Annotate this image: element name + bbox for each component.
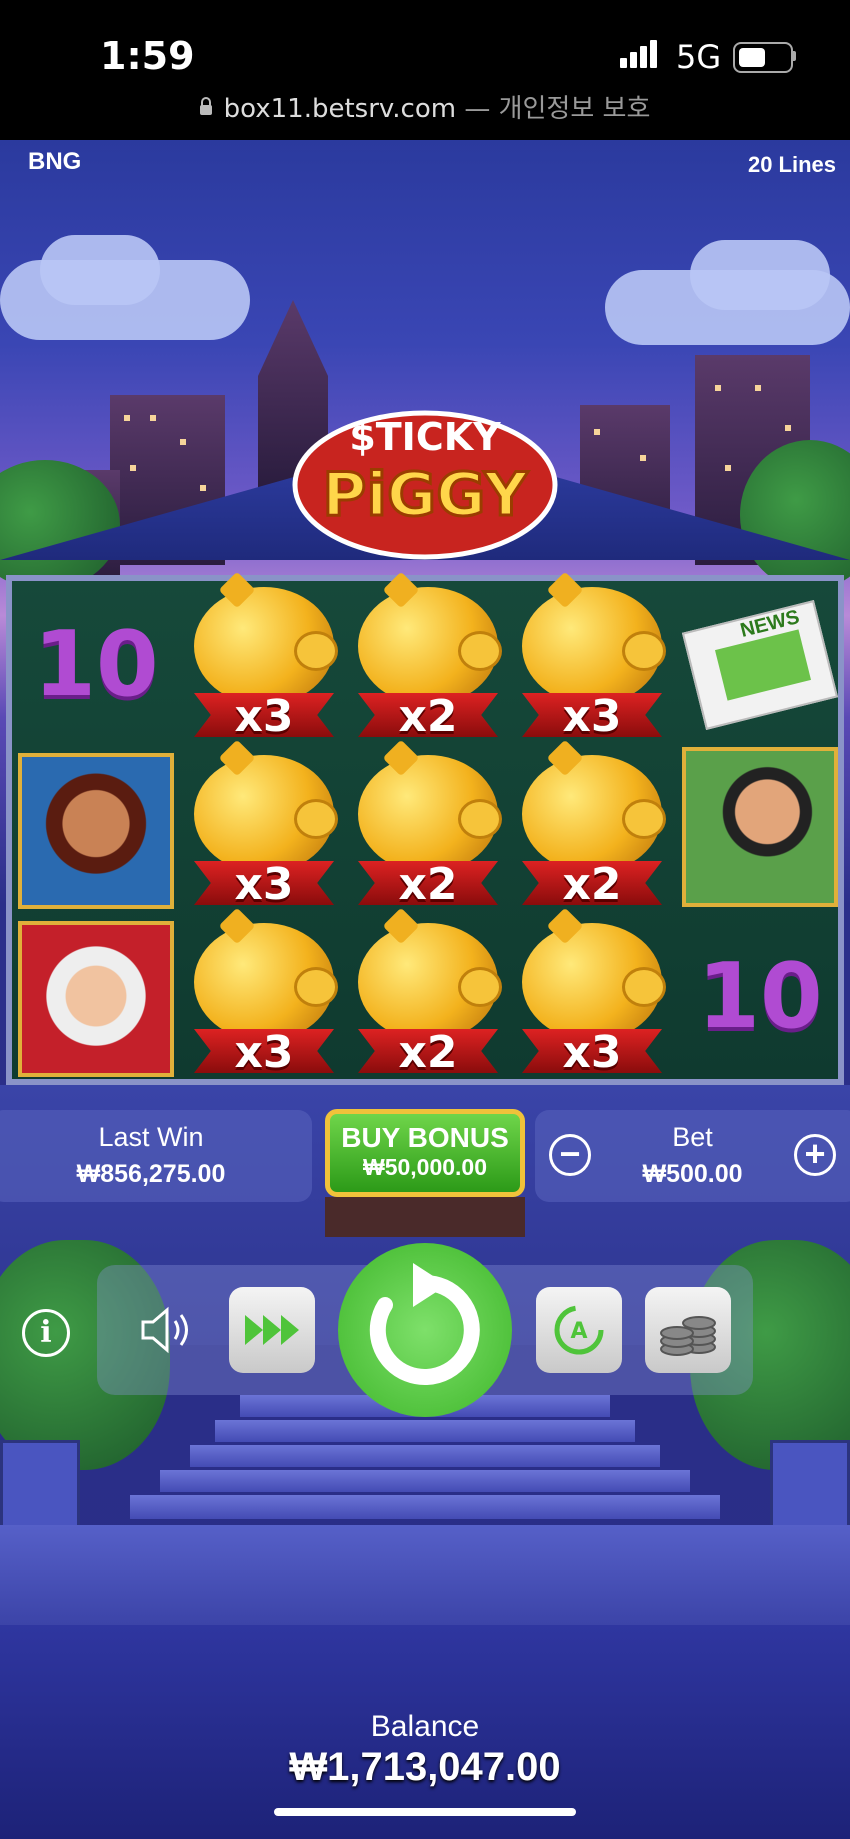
multiplier-label: x2 — [562, 859, 622, 910]
info-button[interactable]: i — [22, 1309, 70, 1357]
network-type: 5G — [676, 38, 722, 76]
cloud-left-top — [40, 235, 160, 305]
buy-bonus-price: ₩50,000.00 — [362, 1154, 488, 1180]
stair-step — [160, 1470, 690, 1492]
lines-count: 20 Lines — [747, 152, 836, 177]
multiplier-label: x2 — [398, 1027, 458, 1078]
plaza-floor — [0, 1525, 850, 1625]
bet-increase-button[interactable]: + — [794, 1134, 836, 1176]
clock: 1:59 — [100, 34, 195, 78]
stair-step — [130, 1495, 720, 1519]
spin-button[interactable] — [338, 1243, 512, 1417]
stair-step — [215, 1420, 635, 1442]
lock-icon — [199, 96, 212, 115]
symbol-ten: 10 — [33, 612, 159, 717]
balance-label: Balance — [370, 1710, 480, 1743]
last-win-value: ₩856,275.00 — [76, 1160, 226, 1188]
multiplier-label: x3 — [234, 1027, 294, 1078]
symbol-robber — [682, 747, 838, 907]
sound-icon[interactable] — [137, 1305, 197, 1355]
status-bar: 1:59 5G box11.betsrv.com — 개인정보 보호 — [0, 0, 850, 140]
symbol-ten: 10 — [697, 944, 823, 1049]
cloud-right-top — [690, 240, 830, 310]
multiplier-label: x3 — [234, 859, 294, 910]
fast-forward-icon — [245, 1315, 299, 1345]
turbo-button[interactable] — [229, 1287, 315, 1373]
multiplier-label: x3 — [562, 1027, 622, 1078]
spin-icon — [369, 1263, 480, 1385]
logo-line1: $TICKY — [349, 415, 501, 459]
symbol-golden-piggy: x3 — [184, 739, 344, 910]
coins-icon — [660, 1316, 716, 1356]
buy-bonus-button[interactable]: BUY BONUS ₩50,000.00 — [325, 1109, 525, 1197]
stair-step — [190, 1445, 660, 1467]
symbol-golden-piggy: x3 — [512, 907, 672, 1078]
battery-icon — [733, 42, 793, 73]
battery-tip — [792, 51, 796, 61]
symbol-golden-piggy: x2 — [512, 739, 672, 910]
reel-grid[interactable]: 10 x3 x2 x3 x3 x2 x2 x3 x2 x3 NEWS 10 — [6, 571, 844, 1085]
multiplier-label: x2 — [398, 691, 458, 742]
game-logo: $TICKY PiGGY — [292, 410, 558, 560]
pillar-left — [0, 1440, 80, 1530]
autoplay-icon: A — [570, 1319, 587, 1344]
symbol-woman-blonde — [18, 921, 174, 1077]
signal-icon — [620, 40, 660, 68]
buy-bonus-label: BUY BONUS — [341, 1122, 509, 1153]
multiplier-label: x2 — [398, 859, 458, 910]
url-text: box11.betsrv.com — [223, 94, 457, 124]
pillar-right — [770, 1440, 850, 1530]
symbol-newspaper: NEWS — [680, 591, 840, 751]
coins-button[interactable] — [645, 1287, 731, 1373]
multiplier-label: x3 — [234, 691, 294, 742]
home-indicator[interactable] — [274, 1808, 576, 1816]
bet-decrease-button[interactable]: − — [549, 1134, 591, 1176]
symbol-golden-piggy: x3 — [184, 907, 344, 1078]
symbol-golden-piggy: x2 — [348, 571, 508, 742]
symbol-woman-curly — [18, 753, 174, 909]
symbol-golden-piggy: x2 — [348, 739, 508, 910]
symbol-golden-piggy: x2 — [348, 907, 508, 1078]
symbol-golden-piggy: x3 — [184, 571, 344, 742]
symbol-golden-piggy: x3 — [512, 571, 672, 742]
address-bar[interactable]: box11.betsrv.com — 개인정보 보호 — [0, 88, 850, 125]
provider-logo: BNG — [28, 148, 82, 175]
autoplay-button[interactable]: A — [536, 1287, 622, 1373]
multiplier-label: x3 — [562, 691, 622, 742]
balance-value: ₩1,713,047.00 — [289, 1745, 561, 1789]
privacy-label: — 개인정보 보호 — [464, 94, 651, 124]
last-win-label: Last Win — [98, 1122, 204, 1152]
game-scene[interactable]: BNG 20 Lines $TICKY PiGGY 10 x3 x2 x3 x3… — [0, 140, 850, 1839]
last-win-panel: Last Win ₩856,275.00 — [0, 1110, 312, 1202]
logo-line2: PiGGY — [322, 460, 529, 530]
buy-bonus-stand — [325, 1197, 525, 1237]
